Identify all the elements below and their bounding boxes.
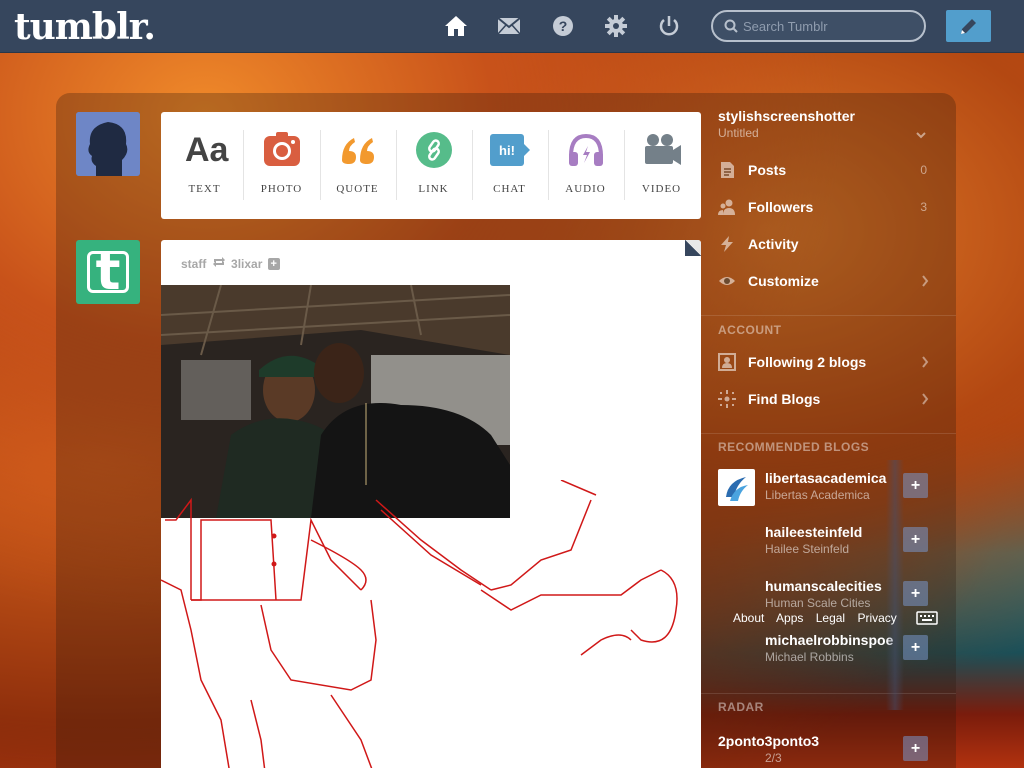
blog-avatar — [718, 577, 755, 614]
footer-link-legal[interactable]: Legal — [816, 611, 845, 625]
user-avatar[interactable] — [76, 112, 140, 176]
home-icon[interactable] — [444, 14, 468, 38]
pencil-icon — [961, 19, 976, 34]
chat-icon: hi! — [490, 130, 530, 170]
tumblr-t-icon: t — [95, 242, 121, 302]
sidebar-scrollbar[interactable] — [886, 460, 904, 710]
svg-text:hi!: hi! — [499, 143, 515, 158]
account-heading: ACCOUNT — [718, 323, 782, 337]
silhouette-icon — [76, 112, 140, 176]
sidebar-item-following[interactable]: Following 2 blogs — [718, 347, 933, 377]
post-type-chat[interactable]: hi! CHAT — [471, 112, 548, 219]
mail-icon[interactable] — [497, 14, 521, 38]
blog-avatar — [718, 469, 755, 506]
sidebar-item-activity[interactable]: Activity — [718, 229, 933, 259]
compose-button[interactable] — [946, 10, 991, 42]
follow-button[interactable]: + — [903, 581, 928, 606]
blog-name[interactable]: stylishscreenshotter — [718, 108, 855, 124]
post-type-bar: Aa TEXT PHOTO QUOTE LINK hi! CHAT AUDIO … — [161, 112, 701, 219]
followers-icon — [718, 198, 736, 216]
doodle-drawing — [161, 480, 678, 768]
dashboard-post: staff 3lixar + — [161, 240, 701, 768]
post-header: staff 3lixar + — [181, 256, 280, 271]
follow-button[interactable]: + — [903, 473, 928, 498]
blog-title: Untitled — [718, 126, 759, 140]
help-icon[interactable]: ? — [551, 14, 575, 38]
blog-avatar — [718, 523, 755, 560]
tumblr-logo[interactable]: tumblr. — [14, 6, 156, 48]
chevron-down-icon[interactable] — [916, 126, 926, 144]
follow-button[interactable]: + — [903, 736, 928, 761]
link-icon — [414, 130, 454, 170]
follow-button[interactable]: + — [903, 527, 928, 552]
quote-icon — [338, 130, 378, 170]
search-input[interactable] — [743, 17, 918, 35]
radar-heading: RADAR — [718, 700, 764, 714]
post-author-link[interactable]: staff — [181, 257, 206, 271]
recommended-heading: RECOMMENDED BLOGS — [718, 440, 870, 454]
footer-link-apps[interactable]: Apps — [776, 611, 803, 625]
reblog-icon — [212, 256, 226, 271]
search-icon — [724, 19, 738, 38]
post-type-audio[interactable]: AUDIO — [547, 112, 624, 219]
compass-icon — [718, 390, 736, 408]
footer-link-about[interactable]: About — [733, 611, 764, 625]
keyboard-icon[interactable] — [916, 611, 938, 630]
text-icon: Aa — [185, 131, 229, 169]
svg-text:?: ? — [559, 18, 568, 34]
sidebar-item-find-blogs[interactable]: Find Blogs — [718, 384, 933, 414]
staff-avatar[interactable]: t — [76, 240, 140, 304]
post-type-video[interactable]: VIDEO — [623, 112, 700, 219]
sidebar: stylishscreenshotter Untitled Posts 0 Fo… — [701, 93, 956, 768]
post-fold-corner — [685, 240, 701, 256]
chevron-right-icon — [921, 392, 929, 410]
sidebar-item-posts[interactable]: Posts 0 — [718, 155, 933, 185]
follow-button[interactable]: + — [903, 635, 928, 660]
radar-blog[interactable]: 2ponto3ponto3 2/3 + — [718, 732, 928, 768]
headphones-icon — [566, 130, 606, 170]
reblogged-from-link[interactable]: 3lixar — [231, 257, 262, 271]
chevron-right-icon — [921, 355, 929, 373]
settings-icon[interactable] — [604, 14, 628, 38]
post-type-link[interactable]: LINK — [395, 112, 472, 219]
following-icon — [718, 353, 736, 371]
blog-avatar — [718, 631, 755, 668]
top-navigation-bar: tumblr. ? — [0, 0, 1024, 53]
sidebar-item-followers[interactable]: Followers 3 — [718, 192, 933, 222]
lightning-icon — [718, 235, 736, 253]
post-type-text[interactable]: Aa TEXT — [166, 112, 243, 219]
power-icon[interactable] — [657, 14, 681, 38]
camera-icon — [262, 130, 302, 170]
search-box[interactable] — [711, 10, 926, 42]
sidebar-item-customize[interactable]: Customize — [718, 266, 933, 296]
eye-icon — [718, 272, 736, 290]
footer-links: About Apps Legal Privacy — [733, 611, 906, 625]
document-icon — [718, 161, 736, 179]
footer-link-privacy[interactable]: Privacy — [857, 611, 896, 625]
post-type-quote[interactable]: QUOTE — [319, 112, 396, 219]
post-type-photo[interactable]: PHOTO — [243, 112, 320, 219]
follow-plus-icon[interactable]: + — [267, 257, 280, 270]
chevron-right-icon — [921, 274, 929, 292]
video-camera-icon — [642, 130, 682, 170]
